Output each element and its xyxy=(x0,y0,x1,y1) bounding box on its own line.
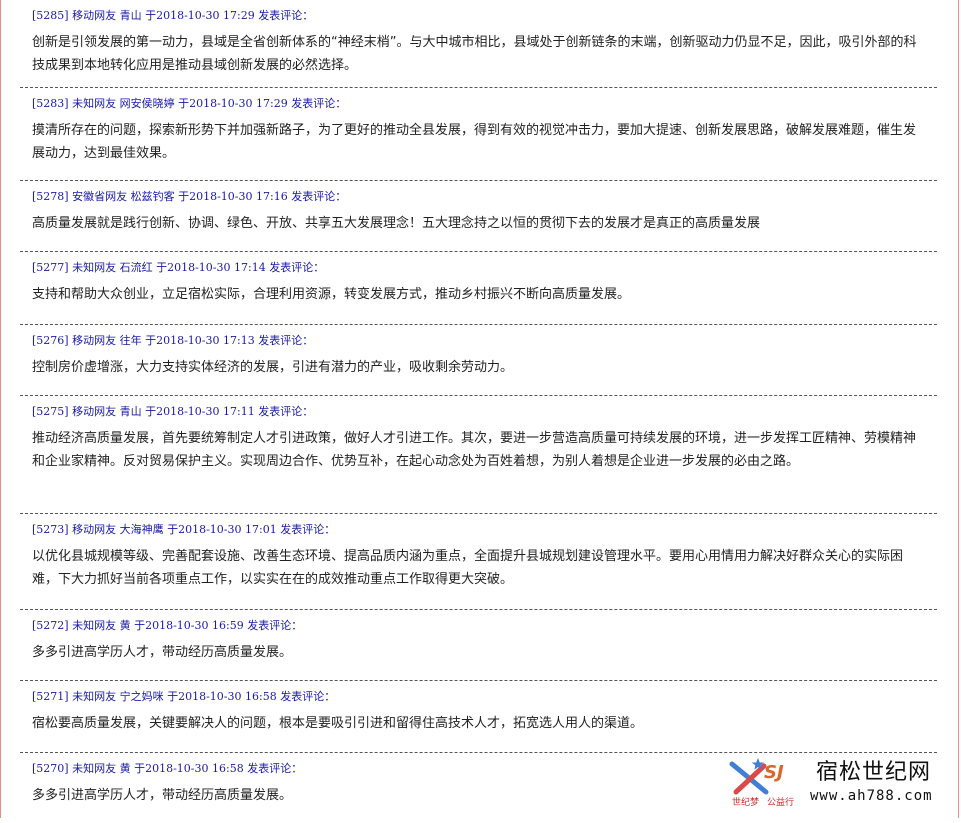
comment-text: 支持和帮助大众创业，立足宿松实际，合理利用资源，转变发展方式，推动乡村振兴不断向… xyxy=(32,287,631,302)
comment-item: [5283] 未知网友 网安侯晓婷 于2018-10-30 17:29 发表评论… xyxy=(20,88,937,181)
logo-sj-text: SJ xyxy=(764,762,784,783)
logo-tagline-1: 世纪梦 xyxy=(732,798,760,808)
comment-item: [5272] 未知网友 黄 于2018-10-30 16:59 发表评论： 多多… xyxy=(20,610,937,681)
site-name: 宿松世纪网 xyxy=(816,760,932,785)
logo-tagline-2: 公益行 xyxy=(767,798,795,808)
comment-meta[interactable]: [5273] 移动网友 大海神鹰 于2018-10-30 17:01 发表评论： xyxy=(32,522,937,538)
comment-item: [5285] 移动网友 青山 于2018-10-30 17:29 发表评论： 创… xyxy=(20,0,937,88)
comment-item: [5277] 未知网友 石流红 于2018-10-30 17:14 发表评论： … xyxy=(20,252,937,325)
site-watermark-logo: SJ 世纪梦 公益行 宿松世纪网 www.ah788.com xyxy=(728,748,953,810)
comment-text: 控制房价虚增涨，大力支持实体经济的发展，引进有潜力的产业，吸收剩余劳动力。 xyxy=(32,360,514,375)
comment-meta[interactable]: [5283] 未知网友 网安侯晓婷 于2018-10-30 17:29 发表评论… xyxy=(32,96,937,112)
comment-text: 推动经济高质量发展，首先要统筹制定人才引进政策，做好人才引进工作。其次，要进一步… xyxy=(32,431,917,469)
comment-item: [5278] 安徽省网友 松兹钓客 于2018-10-30 17:16 发表评论… xyxy=(20,181,937,252)
comment-item: [5271] 未知网友 宁之妈咪 于2018-10-30 16:58 发表评论：… xyxy=(20,681,937,753)
site-url: www.ah788.com xyxy=(810,788,933,804)
comment-meta[interactable]: [5275] 移动网友 青山 于2018-10-30 17:11 发表评论： xyxy=(32,404,937,420)
comment-text: 摸清所存在的问题，探索新形势下并加强新路子，为了更好的推动全县发展，得到有效的视… xyxy=(32,123,917,161)
comment-text: 多多引进高学历人才，带动经历高质量发展。 xyxy=(32,645,293,660)
comment-meta[interactable]: [5271] 未知网友 宁之妈咪 于2018-10-30 16:58 发表评论： xyxy=(32,689,937,705)
comment-item: [5273] 移动网友 大海神鹰 于2018-10-30 17:01 发表评论：… xyxy=(20,514,937,610)
comment-text: 宿松要高质量发展，关键要解决人的问题，根本是要吸引引进和留得住高技术人才，拓宽选… xyxy=(32,716,644,731)
comment-item: [5275] 移动网友 青山 于2018-10-30 17:11 发表评论： 推… xyxy=(20,396,937,514)
comment-meta[interactable]: [5278] 安徽省网友 松兹钓客 于2018-10-30 17:16 发表评论… xyxy=(32,189,937,205)
comment-text: 高质量发展就是践行创新、协调、绿色、开放、共享五大发展理念！五大理念持之以恒的贯… xyxy=(32,216,761,231)
comment-list: [5285] 移动网友 青山 于2018-10-30 17:29 发表评论： 创… xyxy=(20,0,937,823)
comment-item: [5276] 移动网友 往年 于2018-10-30 17:13 发表评论： 控… xyxy=(20,325,937,396)
comment-meta[interactable]: [5285] 移动网友 青山 于2018-10-30 17:29 发表评论： xyxy=(32,8,937,24)
comment-meta[interactable]: [5277] 未知网友 石流红 于2018-10-30 17:14 发表评论： xyxy=(32,260,937,276)
comment-meta[interactable]: [5272] 未知网友 黄 于2018-10-30 16:59 发表评论： xyxy=(32,618,937,634)
comment-meta[interactable]: [5276] 移动网友 往年 于2018-10-30 17:13 发表评论： xyxy=(32,333,937,349)
comment-text: 以优化县城规模等级、完善配套设施、改善生态环境、提高品质内涵为重点，全面提升县城… xyxy=(32,549,904,587)
comment-text: 创新是引领发展的第一动力，县域是全省创新体系的“神经末梢”。与大中城市相比，县域… xyxy=(32,35,917,73)
